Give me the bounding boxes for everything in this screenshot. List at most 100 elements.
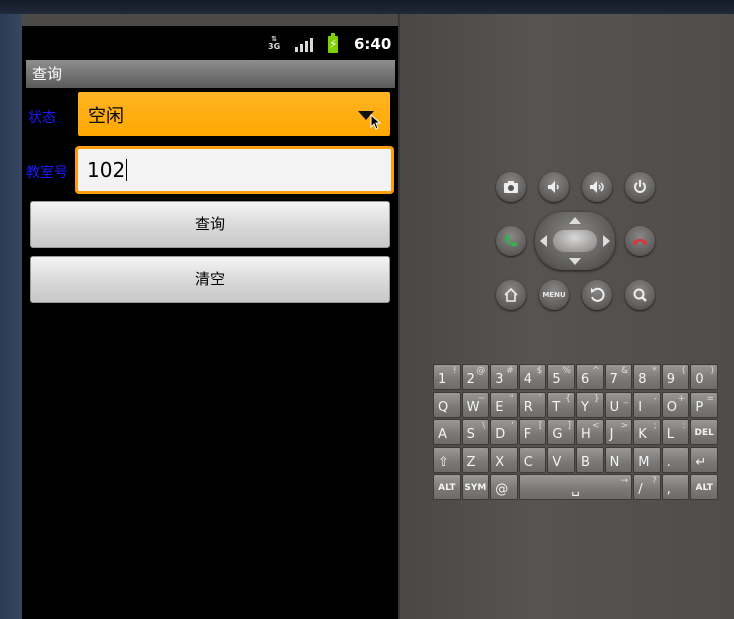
key-r[interactable]: R ` <box>518 391 547 418</box>
key-sym-3-8[interactable]: . <box>661 446 690 473</box>
room-number-label: 教室号 <box>26 165 68 181</box>
key-2[interactable]: 2 @ <box>461 364 490 390</box>
camera-icon[interactable] <box>496 172 526 202</box>
key-g[interactable]: G] <box>547 419 575 445</box>
key-k[interactable]: K; <box>633 419 661 445</box>
key-alt-right[interactable]: ALT <box>690 474 718 500</box>
home-icon[interactable] <box>496 280 526 310</box>
app-title-bar: 查询 <box>26 60 395 88</box>
key-sym[interactable]: SYM <box>461 474 490 500</box>
menu-button[interactable]: MENU <box>539 280 569 310</box>
key-label: , <box>666 482 671 497</box>
key-l[interactable]: L: <box>661 419 690 445</box>
key-x[interactable]: X <box>490 446 518 473</box>
key-label: M <box>638 454 650 470</box>
enter-key-icon[interactable]: ↵ <box>690 446 718 473</box>
space-key[interactable]: ␣ → <box>518 474 633 500</box>
room-number-input[interactable]: 102 <box>75 146 394 194</box>
key-m[interactable]: M <box>633 446 661 473</box>
key-label: 3 <box>495 372 504 387</box>
key-j[interactable]: J > <box>604 419 633 445</box>
network-3g-icon: ⇅ 3G <box>268 35 281 51</box>
key-label: . <box>666 454 671 470</box>
key-alt-label: " <box>509 393 514 404</box>
dpad-left-icon[interactable] <box>540 235 547 247</box>
key-label: A <box>438 427 447 442</box>
key-label: R <box>523 399 533 415</box>
key-0[interactable]: 0) <box>690 364 718 390</box>
key-1[interactable]: 1! <box>433 364 461 390</box>
key-label: K <box>638 427 647 442</box>
key-d[interactable]: D ' <box>490 419 518 445</box>
key-alt-label: ! <box>452 366 457 376</box>
status-spinner[interactable]: 空闲 <box>78 92 390 136</box>
key-label: V <box>552 454 562 470</box>
key-label: 7 <box>609 372 618 387</box>
key-o[interactable]: O + <box>661 391 690 418</box>
key-4[interactable]: 4 $ <box>518 364 547 390</box>
status-spinner-value: 空闲 <box>88 106 124 127</box>
key-label: ALT <box>695 483 713 493</box>
phone-screen: ⇅ 3G ⚡ 6:40 查询 状态 空闲 教室号 102 查询 清空 <box>22 26 398 619</box>
key-e[interactable]: E " <box>490 391 518 418</box>
volume-up-icon[interactable] <box>582 172 612 202</box>
key-sym-bottom-4[interactable]: /? <box>633 474 661 500</box>
key-q[interactable]: Q <box>433 391 461 418</box>
key-alt-label: ' <box>511 421 514 431</box>
key-label: C <box>523 454 533 470</box>
key-z[interactable]: Z <box>461 446 490 473</box>
signal-strength-icon <box>295 38 315 52</box>
query-button[interactable]: 查询 <box>30 201 390 248</box>
dpad-center-button[interactable] <box>553 230 597 252</box>
power-icon[interactable] <box>625 172 655 202</box>
key-alt-label: \ <box>482 421 486 431</box>
key-f[interactable]: F[ <box>518 419 547 445</box>
volume-down-icon[interactable] <box>539 172 569 202</box>
key-5[interactable]: 5% <box>547 364 575 390</box>
key-6[interactable]: 6 ^ <box>576 364 604 390</box>
key-w[interactable]: W ~ <box>461 391 490 418</box>
key-label: Q <box>438 399 449 415</box>
key-alt-label: { <box>565 393 571 404</box>
dpad[interactable] <box>535 212 615 270</box>
key-label: 4 <box>523 372 533 387</box>
dpad-right-icon[interactable] <box>603 235 610 247</box>
key-label: 0 <box>695 372 704 387</box>
key-3[interactable]: 3 # <box>490 364 518 390</box>
key-s[interactable]: S \ <box>461 419 490 445</box>
key-7[interactable]: 7 & <box>604 364 633 390</box>
call-icon[interactable] <box>496 226 526 256</box>
back-icon[interactable] <box>582 280 612 310</box>
key-9[interactable]: 9( <box>661 364 690 390</box>
dpad-down-icon[interactable] <box>569 258 581 265</box>
key-n[interactable]: N <box>604 446 633 473</box>
key-sym-bottom-5[interactable]: , <box>661 474 690 500</box>
key-alt-label: ~ <box>477 393 486 404</box>
clear-button[interactable]: 清空 <box>30 256 390 303</box>
key-v[interactable]: V <box>547 446 575 473</box>
dpad-up-icon[interactable] <box>569 217 581 224</box>
key-alt-label: _ <box>623 393 629 404</box>
key-u[interactable]: U _ <box>604 391 633 418</box>
key-label: ALT <box>438 483 456 493</box>
key-label: SYM <box>464 483 487 493</box>
key-h[interactable]: H < <box>576 419 604 445</box>
key-label: ↵ <box>695 454 707 470</box>
key-8[interactable]: 8 * <box>633 364 661 390</box>
status-clock: 6:40 <box>354 35 392 53</box>
key-a[interactable]: A <box>433 419 461 445</box>
key-b[interactable]: B <box>576 446 604 473</box>
key-label: @ <box>495 482 509 497</box>
key-sym-bottom-2[interactable]: @ <box>490 474 518 500</box>
key-alt-left[interactable]: ALT <box>433 474 461 500</box>
search-icon[interactable] <box>625 280 655 310</box>
shift-key-icon[interactable]: ⇧ <box>433 446 461 473</box>
key-label: 6 <box>581 372 590 387</box>
key-c[interactable]: C <box>518 446 547 473</box>
key-i[interactable]: I- <box>633 391 661 418</box>
end-call-icon[interactable] <box>625 226 655 256</box>
key-del[interactable]: DEL <box>690 419 718 445</box>
key-t[interactable]: T{ <box>547 391 575 418</box>
key-y[interactable]: Y} <box>576 391 604 418</box>
key-p[interactable]: P = <box>690 391 718 418</box>
